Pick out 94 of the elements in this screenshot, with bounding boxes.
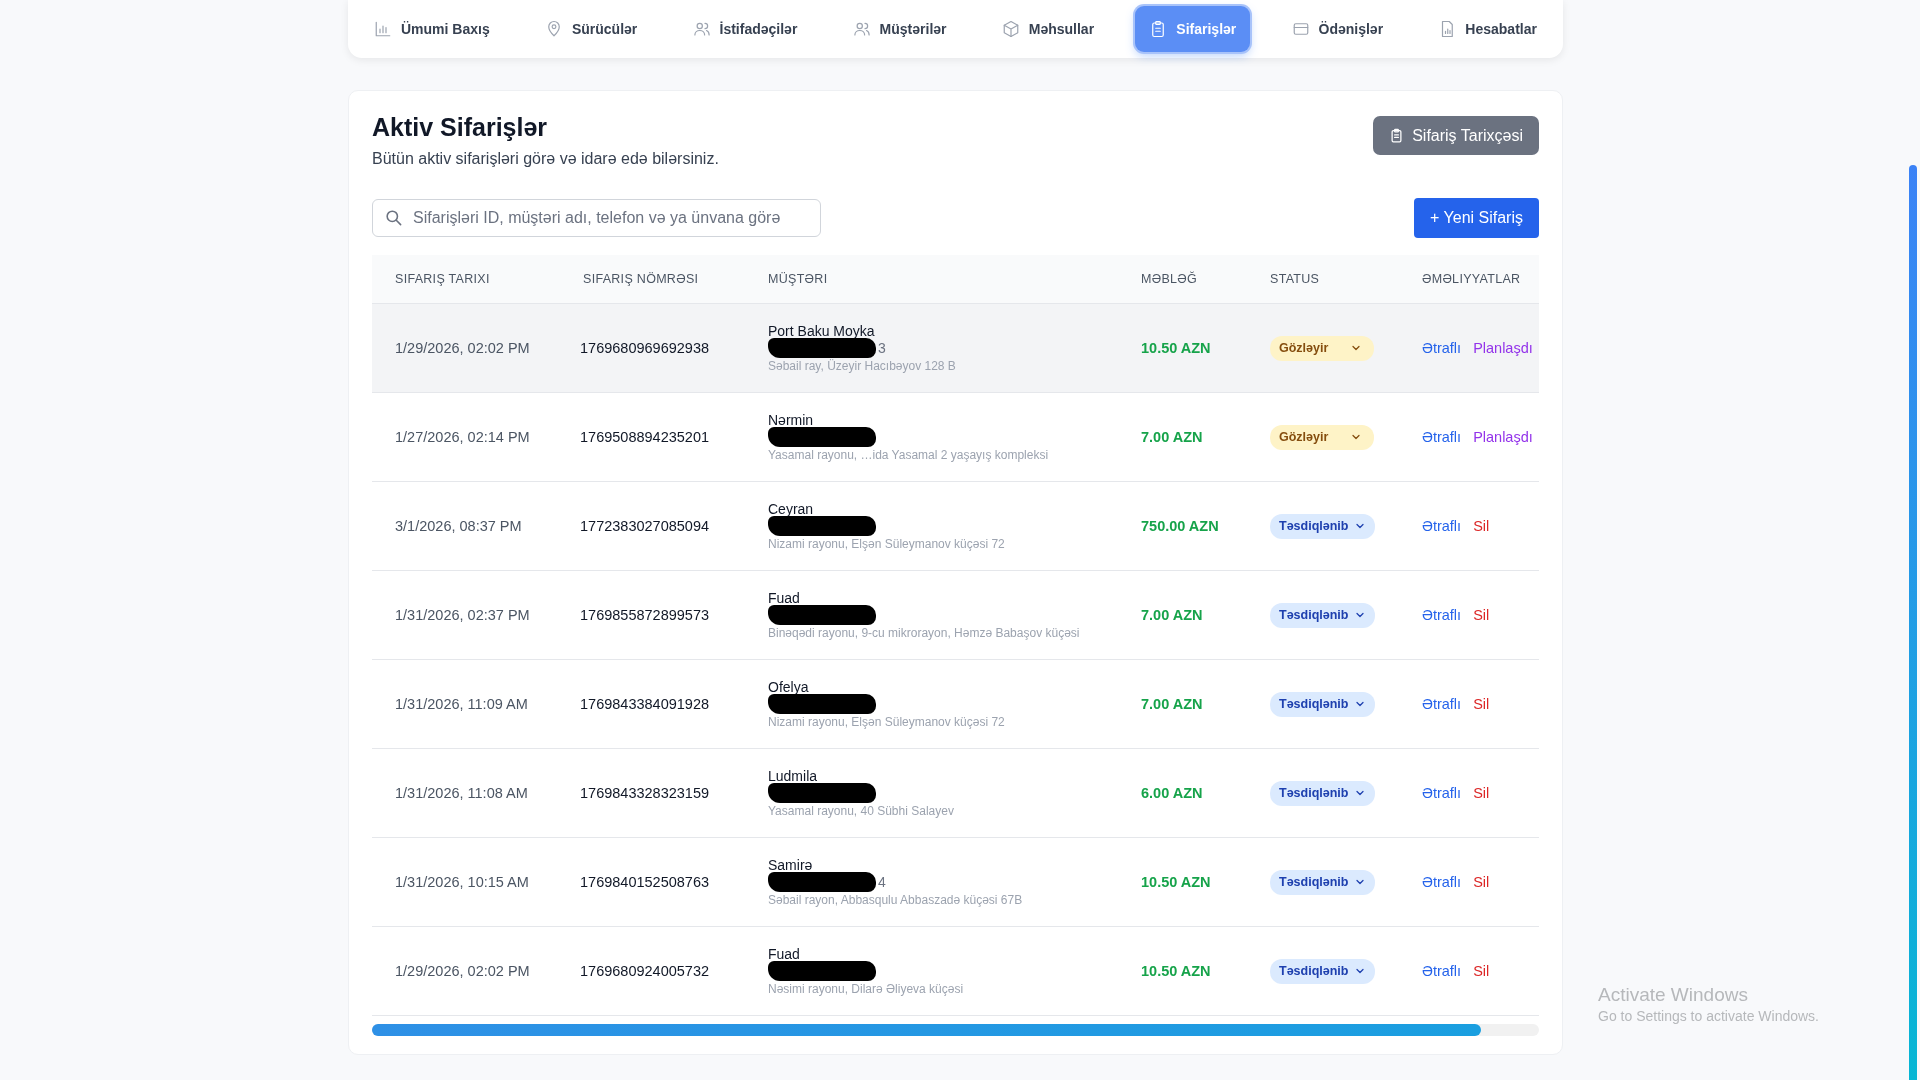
date-cell-text: 1/29/2026, 02:02 PM: [394, 340, 531, 356]
date-cell-text: 1/31/2026, 11:08 AM: [394, 785, 529, 801]
chart-icon: [374, 20, 392, 38]
nav-tab[interactable]: Hesabatlar: [1424, 6, 1551, 52]
amount: 7.00 AZN: [1141, 607, 1204, 623]
details-link[interactable]: Ətraflı: [1422, 963, 1462, 979]
customer-address: Nizami rayonu, Elşən Süleymanov küçəsi 72: [768, 537, 1005, 551]
customer-name: Nərmin: [768, 412, 814, 428]
column-header: ƏMƏLIYYATLAR: [1422, 272, 1522, 286]
search-field[interactable]: Sifarişləri ID, müştəri adı, telefon və ya ünvana görə: [372, 199, 821, 237]
order-number: 1769680924005732: [579, 963, 711, 979]
date-cell-text: 1/31/2026, 02:37 PM: [394, 607, 531, 623]
amount: 6.00 AZN: [1141, 785, 1204, 801]
column-header: SIFARIŞ TARIXI: [394, 272, 491, 286]
nav-tab[interactable]: Sürücülər: [530, 6, 652, 52]
customer-address: Nəsimi rayonu, Dilarə Əliyeva küçəsi: [768, 982, 964, 996]
customer-name: Ludmila: [768, 768, 818, 784]
delete-link[interactable]: Sil: [1473, 874, 1490, 890]
nav-tab[interactable]: Ödənişlər: [1277, 6, 1398, 52]
schedule-link[interactable]: Planlaşdı: [1473, 340, 1533, 356]
date-cell-text: 1/27/2026, 02:14 PM: [394, 429, 531, 445]
delete-link[interactable]: Sil: [1473, 963, 1490, 979]
nav-tab[interactable]: Sifarişlər: [1135, 6, 1251, 52]
users-icon: [852, 20, 871, 38]
history-button[interactable]: Sifariş Tarixçəsi: [1373, 116, 1539, 155]
amount: 750.00 AZN: [1141, 518, 1220, 534]
status-dropdown[interactable]: Təsdiqlənib: [1270, 869, 1376, 895]
customer-address: Binəqədi rayonu, 9-cu mikrorayon, Həmzə Babaşov küçəsi: [768, 626, 1080, 640]
details-link[interactable]: Ətraflı: [1422, 607, 1462, 623]
delete-link[interactable]: Sil: [1473, 607, 1490, 623]
nav-tab[interactable]: Məhsullar: [987, 6, 1109, 52]
nav-tab[interactable]: Müştərilər: [838, 6, 961, 52]
status-dropdown[interactable]: Təsdiqlənib: [1270, 780, 1376, 806]
page-subtitle: Bütün aktiv sifarişləri görə və idarə edə bilərsiniz.: [372, 150, 719, 168]
page-title: Aktiv Sifarişlər: [372, 113, 549, 142]
details-link[interactable]: Ətraflı: [1422, 785, 1462, 801]
delete-link[interactable]: Sil: [1473, 696, 1490, 712]
status-dropdown[interactable]: Gözləyir: [1270, 424, 1375, 450]
details-link[interactable]: Ətraflı: [1422, 696, 1462, 712]
details-link[interactable]: Ətraflı: [1422, 518, 1462, 534]
customer-name: Fuad: [768, 590, 800, 606]
page-scrollbar[interactable]: [1909, 165, 1917, 1080]
status-dropdown[interactable]: Təsdiqlənib: [1270, 513, 1376, 539]
customer-name: Ceyran: [768, 501, 814, 517]
order-number: 1769840152508763: [579, 874, 711, 890]
schedule-link[interactable]: Planlaşdı: [1473, 429, 1533, 445]
nav-tab[interactable]: İstifadəçilər: [678, 6, 812, 52]
phone-digit: 3: [878, 340, 886, 356]
customer-address: Nizami rayonu, Elşən Süleymanov küçəsi 72: [768, 715, 1005, 729]
credit-card-icon: [1291, 20, 1310, 38]
details-link[interactable]: Ətraflı: [1422, 874, 1462, 890]
nav-tab[interactable]: Ümumi Baxış: [360, 6, 504, 52]
customer-address: Yasamal rayonu, 40 Sübhi Salayev: [768, 804, 954, 818]
order-number: 1769508894235201: [579, 429, 711, 445]
delete-link[interactable]: Sil: [1473, 518, 1490, 534]
customer-name: Port Baku Moyka: [768, 323, 875, 339]
activation-text: Go to Settings to activate Windows.: [1598, 1008, 1819, 1024]
new-order-button[interactable]: + Yeni Sifariş: [1414, 198, 1539, 238]
clipboard-icon: [1389, 128, 1405, 143]
status-dropdown[interactable]: Təsdiqlənib: [1270, 691, 1376, 717]
date-cell-text: 3/1/2026, 08:37 PM: [394, 518, 523, 534]
amount: 7.00 AZN: [1141, 429, 1204, 445]
order-number: 1772383027085094: [579, 518, 711, 534]
activation-title: Activate Windows: [1598, 984, 1749, 1006]
status-dropdown[interactable]: Gözləyir: [1270, 335, 1375, 361]
order-number: 1769843384091928: [579, 696, 711, 712]
customer-address: Səbail ray, Üzeyir Hacıbəyov 128 B: [768, 359, 956, 373]
date-cell-text: 1/31/2026, 10:15 AM: [394, 874, 530, 890]
column-header: MÜŞTƏRI: [767, 272, 829, 286]
customer-address: Səbail rayon, Abbasqulu Abbaszadə küçəsi 67B: [768, 893, 1023, 907]
customer-name: Samirə: [768, 857, 813, 873]
users-icon: [692, 20, 711, 38]
customer-name: Ofelya: [768, 679, 809, 695]
amount: 10.50 AZN: [1141, 963, 1212, 979]
date-cell-text: 1/29/2026, 02:02 PM: [394, 963, 531, 979]
column-header: MƏBLƏĞ: [1141, 272, 1199, 286]
delete-link[interactable]: Sil: [1473, 785, 1490, 801]
status-dropdown[interactable]: Təsdiqlənib: [1270, 958, 1376, 984]
details-link[interactable]: Ətraflı: [1422, 429, 1462, 445]
column-header: SIFARIŞ NÖMRƏSI: [582, 272, 700, 286]
customer-address: Yasamal rayonu, …ida Yasamal 2 yaşayış kompleksi: [768, 448, 1049, 462]
order-number: 1769855872899573: [579, 607, 711, 623]
details-link[interactable]: Ətraflı: [1422, 340, 1462, 356]
amount: 10.50 AZN: [1141, 874, 1212, 890]
phone-digit: 4: [878, 874, 886, 890]
customer-name: Fuad: [768, 946, 800, 962]
amount: 7.00 AZN: [1141, 696, 1204, 712]
order-number: 1769843328323159: [579, 785, 711, 801]
date-cell-text: 1/31/2026, 11:09 AM: [394, 696, 529, 712]
order-number: 1769680969692938: [579, 340, 711, 356]
amount: 10.50 AZN: [1141, 340, 1212, 356]
status-dropdown[interactable]: Təsdiqlənib: [1270, 602, 1376, 628]
column-header: STATUS: [1270, 272, 1321, 286]
cube-icon: [1001, 20, 1020, 38]
